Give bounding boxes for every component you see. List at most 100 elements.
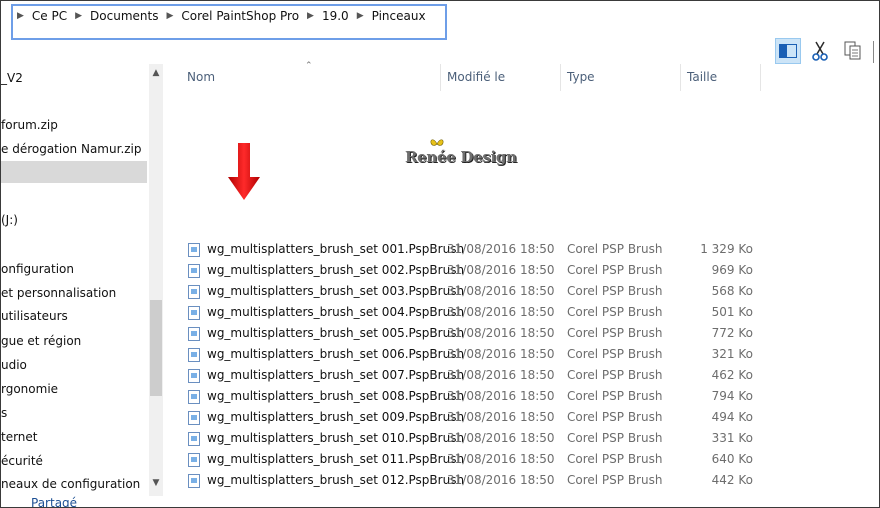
breadcrumb: ▶ Ce PC ▶ Documents ▶ Corel PaintShop Pr… xyxy=(9,7,426,25)
scissors-icon[interactable] xyxy=(807,38,833,64)
file-size: 969 Ko xyxy=(711,263,753,277)
file-type: Corel PSP Brush xyxy=(567,242,663,256)
file-modified: 31/08/2016 18:50 xyxy=(447,284,555,298)
file-type: Corel PSP Brush xyxy=(567,410,663,424)
brush-file-icon xyxy=(188,369,200,383)
chevron-right-icon[interactable]: ▶ xyxy=(307,7,314,25)
file-size: 568 Ko xyxy=(711,284,753,298)
column-divider[interactable] xyxy=(560,64,561,91)
scroll-thumb[interactable] xyxy=(150,300,162,396)
breadcrumb-item-pc[interactable]: Ce PC xyxy=(32,7,67,25)
file-name: wg_multisplatters_brush_set 006.PspBrush xyxy=(207,347,465,361)
chevron-right-icon: ▶ xyxy=(17,11,24,21)
nav-item-shared[interactable]: Partagé xyxy=(31,492,141,507)
nav-item[interactable]: s xyxy=(1,402,147,424)
file-name: wg_multisplatters_brush_set 004.PspBrush xyxy=(207,305,465,319)
copy-icon[interactable] xyxy=(839,38,865,64)
file-name: wg_multisplatters_brush_set 002.PspBrush xyxy=(207,263,465,277)
file-name: wg_multisplatters_brush_set 009.PspBrush xyxy=(207,410,465,424)
nav-item[interactable]: écurité xyxy=(1,450,147,472)
file-type: Corel PSP Brush xyxy=(567,389,663,403)
ribbon-toolbar xyxy=(773,38,879,64)
file-name: wg_multisplatters_brush_set 001.PspBrush xyxy=(207,242,465,256)
file-size: 640 Ko xyxy=(711,452,753,466)
watermark-text: Renée Design xyxy=(405,148,517,166)
chevron-right-icon[interactable]: ▶ xyxy=(166,7,173,25)
brush-file-icon xyxy=(188,348,200,362)
file-row[interactable]: wg_multisplatters_brush_set 005.PspBrush… xyxy=(185,323,769,344)
nav-item[interactable]: onfiguration xyxy=(1,258,147,280)
file-size: 501 Ko xyxy=(711,305,753,319)
explorer-window: ▶ Ce PC ▶ Documents ▶ Corel PaintShop Pr… xyxy=(0,0,880,508)
nav-item[interactable]: rgonomie xyxy=(1,378,147,400)
sort-ascending-icon: ⌃ xyxy=(305,61,313,71)
preview-pane-icon[interactable] xyxy=(775,38,801,64)
file-type: Corel PSP Brush xyxy=(567,305,663,319)
brush-file-icon xyxy=(188,264,200,278)
scroll-up-icon[interactable]: ▲ xyxy=(149,66,163,80)
file-name: wg_multisplatters_brush_set 012.PspBrush xyxy=(207,473,465,487)
scroll-down-icon[interactable]: ▼ xyxy=(149,476,163,490)
file-type: Corel PSP Brush xyxy=(567,368,663,382)
column-divider[interactable] xyxy=(440,64,441,91)
file-name: wg_multisplatters_brush_set 008.PspBrush xyxy=(207,389,465,403)
file-row[interactable]: wg_multisplatters_brush_set 001.PspBrush… xyxy=(185,239,769,260)
file-type: Corel PSP Brush xyxy=(567,452,663,466)
chevron-right-icon[interactable]: ▶ xyxy=(357,7,364,25)
chevron-right-icon[interactable]: ▶ xyxy=(75,7,82,25)
file-name: wg_multisplatters_brush_set 003.PspBrush xyxy=(207,284,465,298)
watermark-logo: Renée Design xyxy=(401,139,519,175)
brush-file-icon xyxy=(188,390,200,404)
nav-item[interactable]: et personnalisation xyxy=(1,282,147,304)
file-row[interactable]: wg_multisplatters_brush_set 004.PspBrush… xyxy=(185,302,769,323)
nav-item[interactable]: gue et région xyxy=(1,330,147,352)
file-size: 1 329 Ko xyxy=(700,242,753,256)
file-name: wg_multisplatters_brush_set 005.PspBrush xyxy=(207,326,465,340)
file-type: Corel PSP Brush xyxy=(567,326,663,340)
navigation-pane: _V2 forum.zip e dérogation Namur.zip (J:… xyxy=(1,64,166,507)
breadcrumb-item-documents[interactable]: Documents xyxy=(90,7,158,25)
nav-item[interactable]: udio xyxy=(1,354,147,376)
column-divider[interactable] xyxy=(680,64,681,91)
nav-item[interactable]: ternet xyxy=(1,426,147,448)
file-size: 772 Ko xyxy=(711,326,753,340)
nav-item-selected[interactable] xyxy=(1,161,147,183)
file-row[interactable]: wg_multisplatters_brush_set 007.PspBrush… xyxy=(185,365,769,386)
breadcrumb-item-pinceaux[interactable]: Pinceaux xyxy=(372,7,426,25)
column-header-modified[interactable]: Modifié le xyxy=(447,64,505,91)
nav-item-drive[interactable]: (J:) xyxy=(1,209,147,231)
toolbar-divider xyxy=(873,41,874,63)
nav-item[interactable]: utilisateurs xyxy=(1,305,147,327)
file-row[interactable]: wg_multisplatters_brush_set 011.PspBrush… xyxy=(185,449,769,470)
column-header-size[interactable]: Taille xyxy=(687,64,717,91)
brush-file-icon xyxy=(188,285,200,299)
nav-item[interactable]: e dérogation Namur.zip xyxy=(1,138,147,160)
breadcrumb-item-version[interactable]: 19.0 xyxy=(322,7,349,25)
file-type: Corel PSP Brush xyxy=(567,473,663,487)
column-header-type[interactable]: Type xyxy=(567,64,595,91)
column-divider[interactable] xyxy=(760,64,761,91)
file-modified: 31/08/2016 18:50 xyxy=(447,263,555,277)
brush-file-icon xyxy=(188,474,200,488)
brush-file-icon xyxy=(188,243,200,257)
file-modified: 31/08/2016 18:50 xyxy=(447,242,555,256)
file-row[interactable]: wg_multisplatters_brush_set 003.PspBrush… xyxy=(185,281,769,302)
file-row[interactable]: wg_multisplatters_brush_set 009.PspBrush… xyxy=(185,407,769,428)
nav-item[interactable]: _V2 xyxy=(1,67,147,89)
file-row[interactable]: wg_multisplatters_brush_set 002.PspBrush… xyxy=(185,260,769,281)
file-modified: 31/08/2016 18:50 xyxy=(447,368,555,382)
file-modified: 31/08/2016 18:50 xyxy=(447,473,555,487)
column-header-name[interactable]: Nom xyxy=(187,64,215,91)
nav-scrollbar[interactable]: ▲ ▼ xyxy=(149,64,163,496)
file-name: wg_multisplatters_brush_set 007.PspBrush xyxy=(207,368,465,382)
file-row[interactable]: wg_multisplatters_brush_set 008.PspBrush… xyxy=(185,386,769,407)
file-row[interactable]: wg_multisplatters_brush_set 012.PspBrush… xyxy=(185,470,769,491)
file-type: Corel PSP Brush xyxy=(567,263,663,277)
file-type: Corel PSP Brush xyxy=(567,347,663,361)
breadcrumb-item-paintshop[interactable]: Corel PaintShop Pro xyxy=(181,7,299,25)
file-row[interactable]: wg_multisplatters_brush_set 010.PspBrush… xyxy=(185,428,769,449)
nav-item[interactable]: forum.zip xyxy=(1,114,147,136)
file-modified: 31/08/2016 18:50 xyxy=(447,452,555,466)
brush-file-icon xyxy=(188,411,200,425)
file-row[interactable]: wg_multisplatters_brush_set 006.PspBrush… xyxy=(185,344,769,365)
